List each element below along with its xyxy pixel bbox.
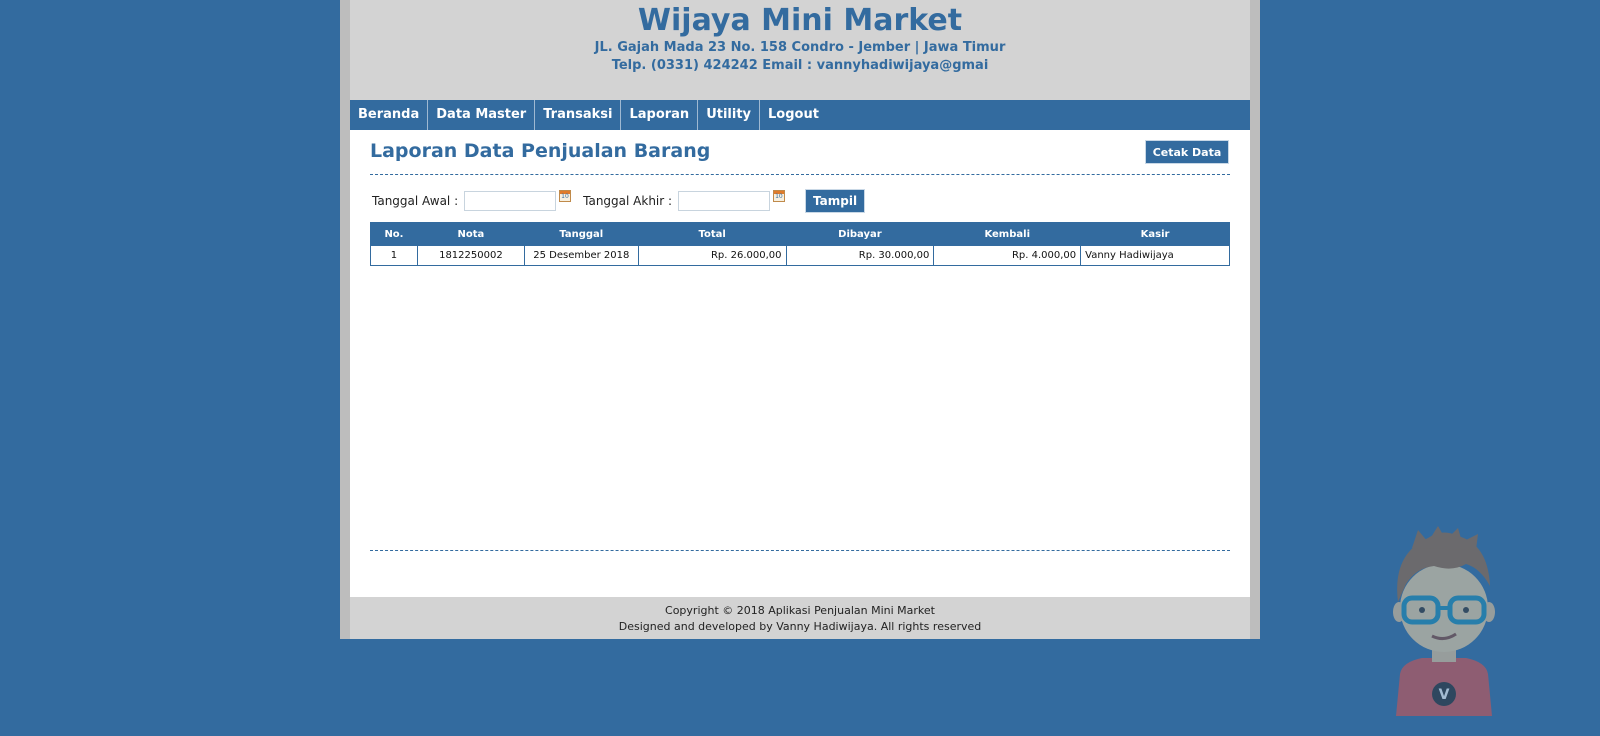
cell-nota: 1812250002	[416, 245, 525, 266]
site-contact: Telp. (0331) 424242 Email : vannyhadiwij…	[611, 58, 989, 73]
column-header: Kembali	[933, 222, 1082, 246]
main-nav: Beranda Data Master Transaksi Laporan Ut…	[350, 100, 1250, 130]
nav-laporan[interactable]: Laporan	[621, 100, 699, 130]
cell-total: Rp. 26.000,00	[637, 245, 787, 266]
end-date-input[interactable]	[678, 191, 771, 211]
footer-copyright: Copyright © 2018 Aplikasi Penjualan Mini…	[665, 604, 935, 617]
page-title: Laporan Data Penjualan Barang	[370, 140, 711, 162]
cell-kembali: Rp. 4.000,00	[933, 245, 1082, 266]
mascot-letter: V	[1439, 687, 1450, 703]
column-header: Nota	[416, 222, 525, 246]
nav-utility[interactable]: Utility	[698, 100, 761, 130]
site-title: Wijaya Mini Market	[637, 3, 963, 38]
site-header: Wijaya Mini Market JL. Gajah Mada 23 No.…	[350, 0, 1250, 100]
site-footer: Copyright © 2018 Aplikasi Penjualan Mini…	[350, 597, 1250, 639]
show-button[interactable]: Tampil	[805, 189, 866, 213]
footer-credits: Designed and developed by Vanny Hadiwija…	[618, 620, 982, 633]
divider-bottom	[370, 550, 1230, 551]
start-date-input[interactable]	[464, 191, 557, 211]
print-data-button[interactable]: Cetak Data	[1145, 140, 1229, 164]
page-frame: Wijaya Mini Market JL. Gajah Mada 23 No.…	[340, 0, 1260, 639]
sales-report-table: No. Nota Tanggal Total Dibayar Kembali K…	[370, 222, 1230, 266]
cell-tanggal: 25 Desember 2018	[523, 245, 639, 266]
calendar-icon[interactable]	[559, 190, 572, 202]
table-row: 1 1812250002 25 Desember 2018 Rp. 26.000…	[370, 245, 1230, 266]
site-address: JL. Gajah Mada 23 No. 158 Condro - Jembe…	[594, 40, 1006, 55]
cell-no: 1	[370, 245, 418, 266]
end-date-label: Tanggal Akhir :	[583, 194, 673, 208]
start-date-label: Tanggal Awal :	[372, 194, 459, 208]
table-header-row: No. Nota Tanggal Total Dibayar Kembali K…	[370, 222, 1230, 246]
cell-kasir: Vanny Hadiwijaya	[1080, 245, 1230, 266]
date-filter: Tanggal Awal : Tanggal Akhir : Tampil	[372, 189, 866, 213]
nav-data-master[interactable]: Data Master	[428, 100, 536, 130]
calendar-icon[interactable]	[773, 190, 786, 202]
column-header: Total	[637, 222, 787, 246]
column-header: No.	[370, 222, 418, 246]
nav-transaksi[interactable]: Transaksi	[535, 100, 622, 130]
nav-beranda[interactable]: Beranda	[350, 100, 429, 130]
main-content: Laporan Data Penjualan Barang Cetak Data…	[350, 130, 1250, 597]
column-header: Kasir	[1080, 222, 1230, 246]
nav-logout[interactable]: Logout	[760, 100, 827, 130]
divider-top	[370, 174, 1230, 175]
mascot-avatar-icon: V	[1393, 526, 1495, 716]
column-header: Dibayar	[785, 222, 935, 246]
cell-dibayar: Rp. 30.000,00	[785, 245, 935, 266]
column-header: Tanggal	[523, 222, 639, 246]
